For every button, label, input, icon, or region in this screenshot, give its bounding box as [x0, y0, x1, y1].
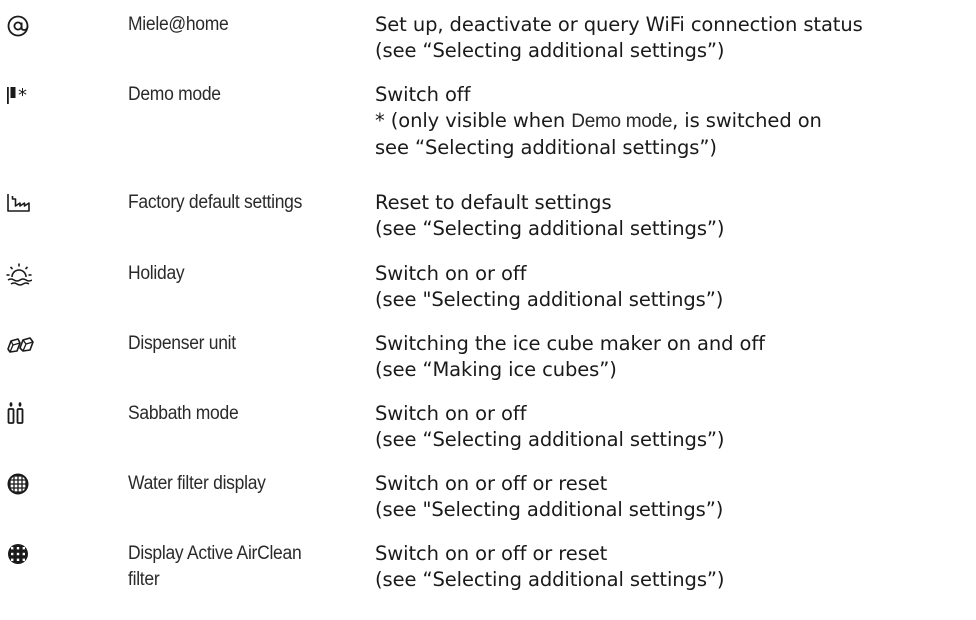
demo-mode-icon: * — [6, 84, 36, 108]
setting-description: Set up, deactivate or query WiFi connect… — [375, 12, 975, 64]
setting-description: Switch on or off or reset (see “Selectin… — [375, 541, 975, 593]
sabbath-candles-icon — [6, 401, 36, 425]
description-line: Set up, deactivate or query WiFi connect… — [375, 13, 863, 36]
description-line: Switch off — [375, 83, 471, 106]
setting-description: Switching the ice cube maker on and off … — [375, 331, 975, 383]
description-text: , is switched on — [672, 109, 822, 132]
description-line: Switch on or off or reset — [375, 472, 608, 495]
description-line: Switching the ice cube maker on and off — [375, 332, 765, 355]
setting-description: Switch on or off (see "Selecting additio… — [375, 261, 975, 313]
setting-name: Miele@home — [128, 14, 229, 35]
description-line: (see “Selecting additional settings”) — [375, 39, 725, 62]
setting-name: Water filter display — [128, 473, 266, 494]
svg-text:*: * — [18, 85, 27, 106]
description-line: Switch on or off — [375, 402, 527, 425]
setting-name-line: Display Active AirClean — [128, 543, 302, 564]
description-line: (see "Selecting additional settings”) — [375, 498, 724, 521]
description-line: Reset to default settings — [375, 191, 612, 214]
description-line: (see “Selecting additional settings”) — [375, 217, 725, 240]
holiday-sun-icon — [6, 262, 36, 286]
inline-setting-name: Demo mode — [571, 111, 673, 132]
water-filter-icon — [6, 472, 36, 496]
setting-name: Holiday — [128, 263, 185, 284]
description-line: (see “Making ice cubes”) — [375, 358, 617, 381]
setting-name-line: filter — [128, 569, 160, 590]
description-text: * (only visible when — [375, 109, 572, 132]
description-line: (see "Selecting additional settings”) — [375, 288, 724, 311]
description-line: (see “Selecting additional settings”) — [375, 428, 725, 451]
setting-name: Factory default settings — [128, 192, 303, 213]
setting-description: Switch off * (only visible when Demo mod… — [375, 82, 975, 161]
ice-cubes-icon — [6, 332, 36, 356]
setting-name: Dispenser unit — [128, 333, 236, 354]
description-line: see “Selecting additional settings”) — [375, 136, 717, 159]
setting-description: Reset to default settings (see “Selectin… — [375, 190, 975, 242]
description-line: (see “Selecting additional settings”) — [375, 568, 725, 591]
airclean-filter-icon — [6, 542, 36, 566]
description-line: Switch on or off or reset — [375, 542, 608, 565]
factory-icon — [6, 191, 36, 215]
setting-description: Switch on or off (see “Selecting additio… — [375, 401, 975, 453]
setting-name: Demo mode — [128, 84, 221, 105]
description-line: Switch on or off — [375, 262, 527, 285]
at-sign-icon — [6, 14, 36, 38]
setting-description: Switch on or off or reset (see "Selectin… — [375, 471, 975, 523]
setting-name: Sabbath mode — [128, 403, 239, 424]
description-line: * (only visible when Demo mode, is switc… — [375, 108, 975, 135]
setting-name: Display Active AirClean filter — [128, 541, 349, 593]
